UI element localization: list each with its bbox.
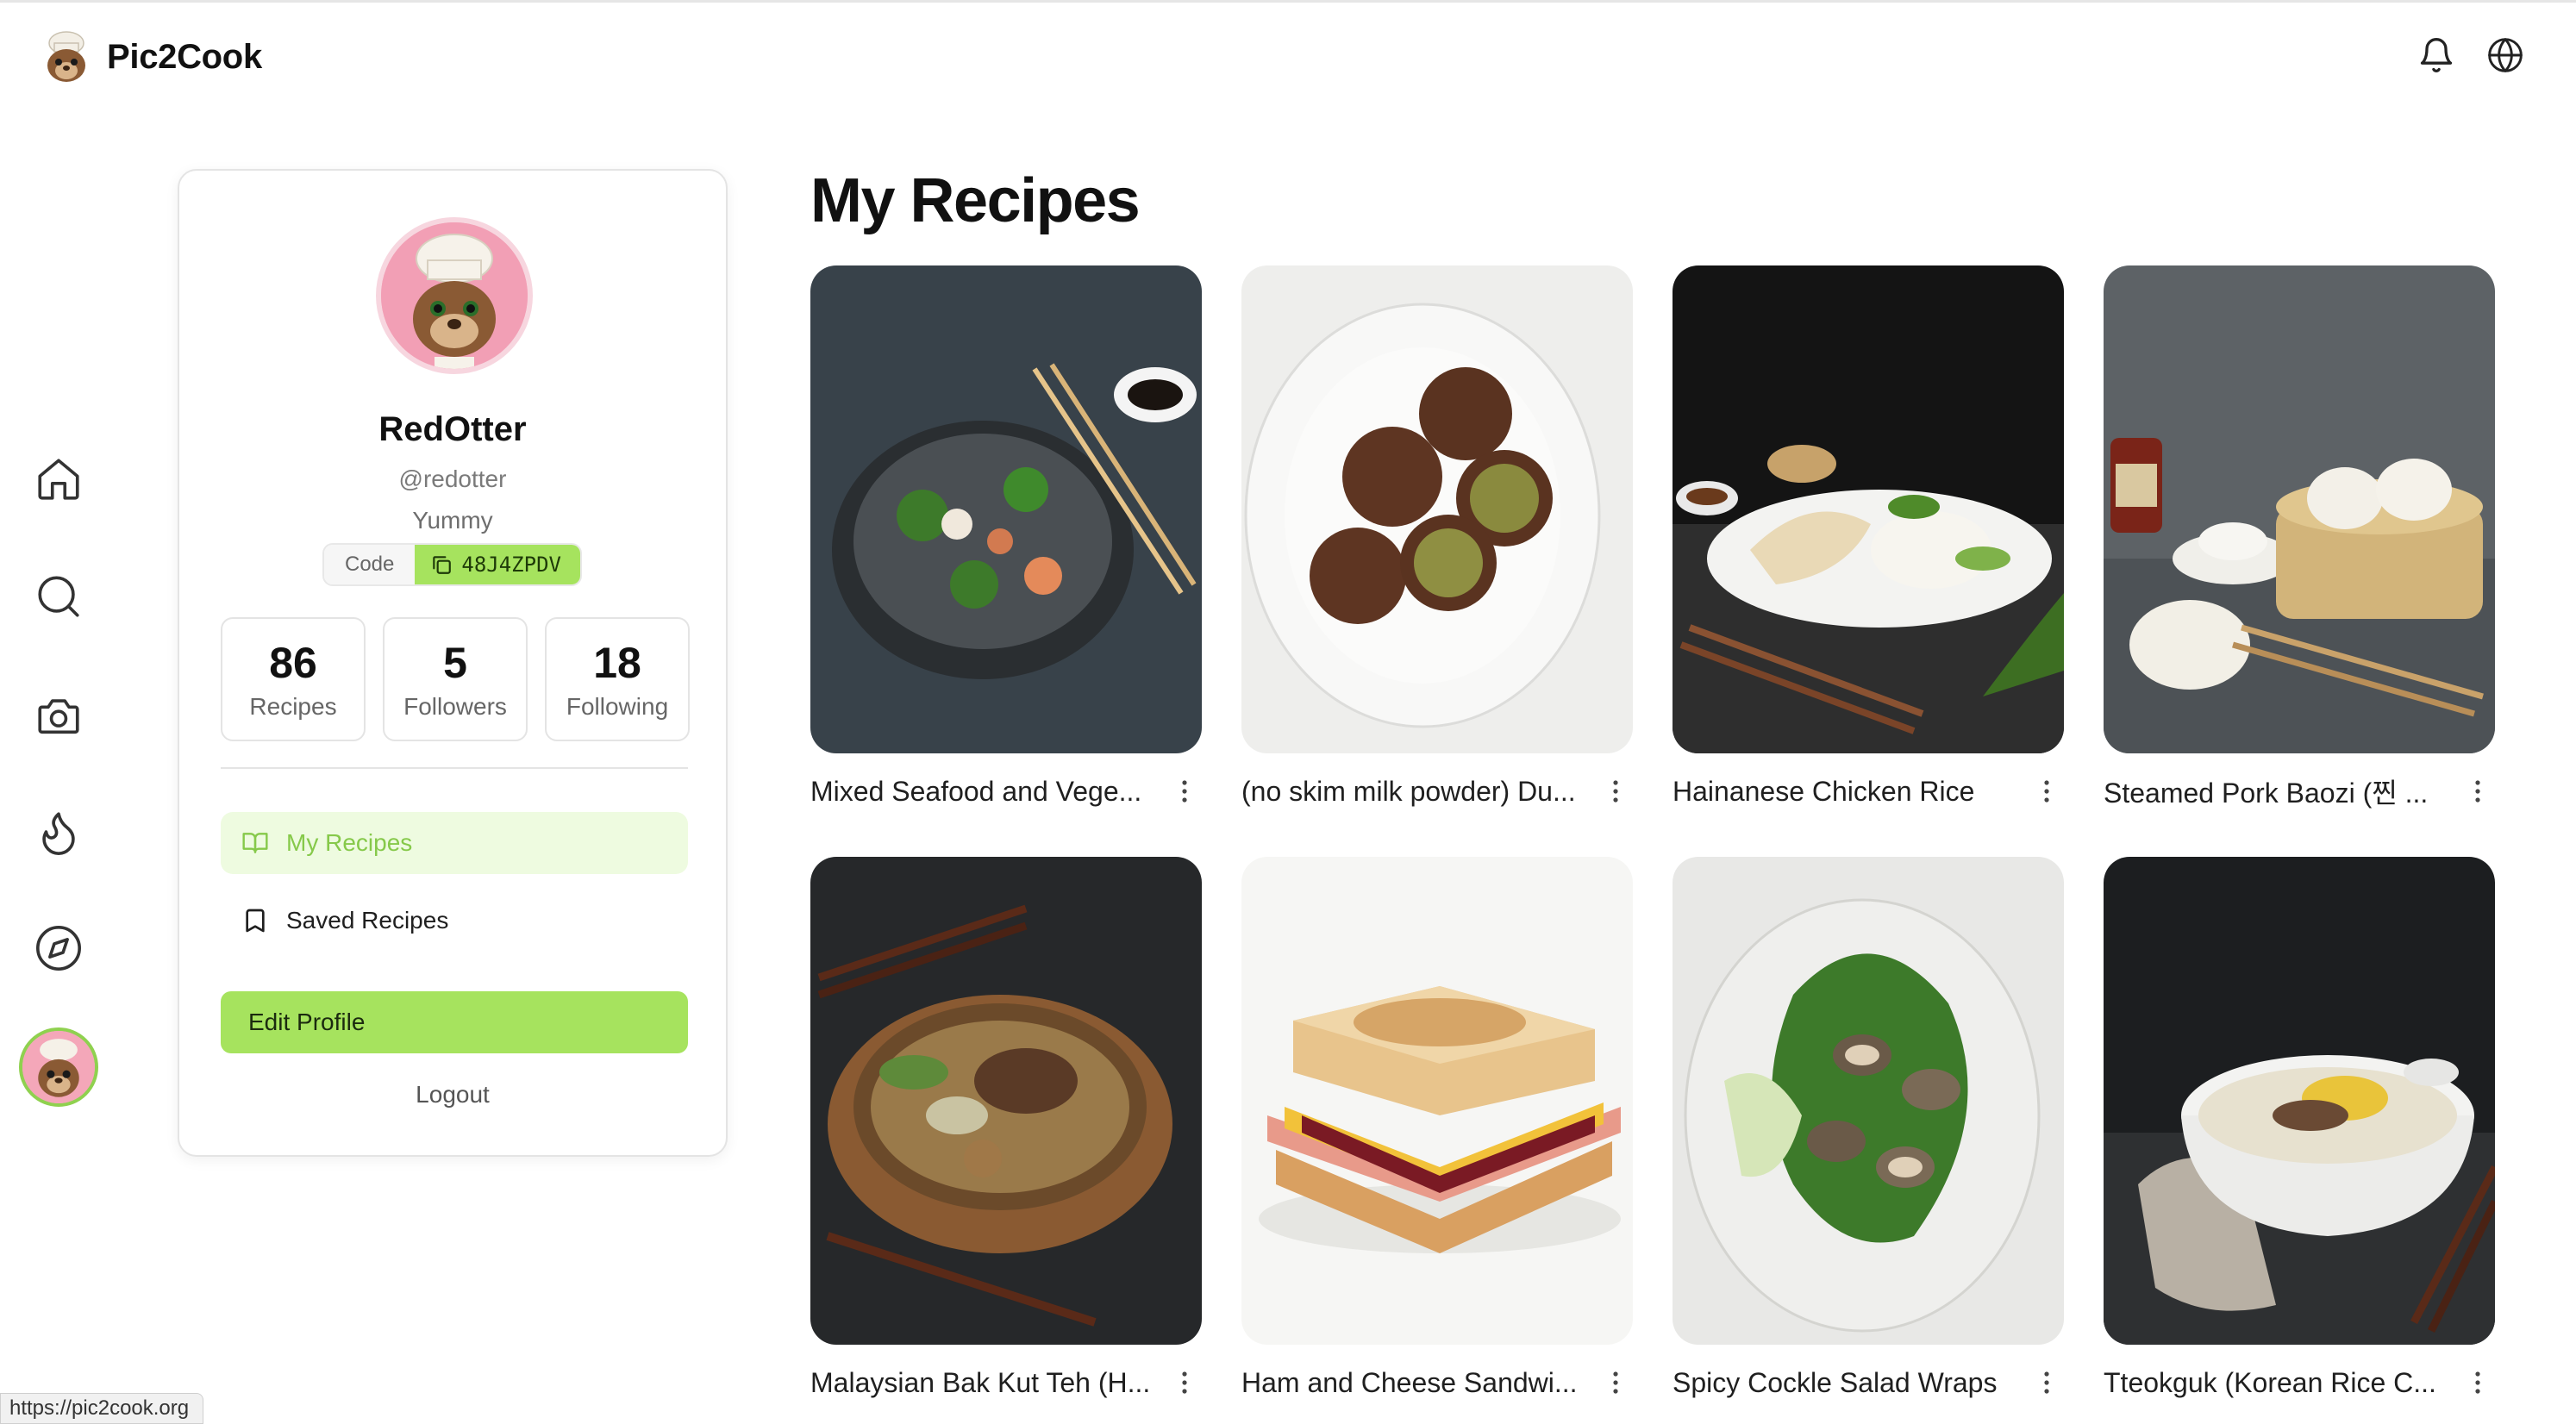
recipe-image bbox=[1673, 857, 2064, 1345]
ham-cheese-sandwich-image bbox=[1241, 857, 1633, 1345]
nav-trending[interactable] bbox=[33, 807, 84, 859]
steamed-baozi-image bbox=[2104, 265, 2495, 753]
status-bar-url: https://pic2cook.org bbox=[0, 1393, 204, 1424]
camera-icon bbox=[38, 699, 79, 734]
nav-camera[interactable] bbox=[33, 690, 84, 741]
compass-icon bbox=[36, 926, 81, 971]
tteokguk-image bbox=[2104, 857, 2495, 1345]
profile-stats: 86 Recipes 5 Followers 18 Following bbox=[221, 617, 690, 741]
more-options-icon[interactable] bbox=[2029, 1365, 2064, 1400]
recipe-title: Malaysian Bak Kut Teh (H... bbox=[810, 1366, 1151, 1398]
stat-value: 5 bbox=[443, 639, 467, 687]
recipe-title: Mixed Seafood and Vege... bbox=[810, 775, 1142, 807]
recipe-title: Tteokguk (Korean Rice C... bbox=[2104, 1366, 2436, 1398]
profile-avatar bbox=[376, 217, 533, 374]
recipe-card[interactable]: Tteokguk (Korean Rice C... bbox=[2104, 857, 2495, 1400]
otter-chef-logo bbox=[47, 31, 85, 82]
recipe-title: Spicy Cockle Salad Wraps bbox=[1673, 1366, 1998, 1398]
copy-code-button[interactable]: 48J4ZPDV bbox=[415, 545, 580, 584]
more-options-icon[interactable] bbox=[1598, 1365, 1633, 1400]
bell-icon[interactable] bbox=[2417, 36, 2455, 74]
otter-chef-avatar-icon bbox=[381, 222, 528, 369]
nav-home[interactable] bbox=[33, 453, 84, 505]
chicken-rice-image bbox=[1673, 265, 2064, 753]
bak-kut-teh-image bbox=[810, 857, 1202, 1345]
nav-search[interactable] bbox=[33, 571, 84, 622]
recipe-title: Ham and Cheese Sandwi... bbox=[1241, 1366, 1578, 1398]
stat-following[interactable]: 18 Following bbox=[545, 617, 690, 741]
more-options-icon[interactable] bbox=[2460, 1365, 2495, 1400]
brand[interactable]: Pic2Cook bbox=[40, 29, 262, 84]
home-icon bbox=[38, 459, 79, 500]
flame-icon bbox=[42, 812, 75, 855]
stat-label: Recipes bbox=[249, 693, 337, 720]
stat-label: Followers bbox=[403, 693, 507, 720]
recipe-image bbox=[810, 857, 1202, 1345]
recipe-title: Hainanese Chicken Rice bbox=[1673, 775, 1975, 807]
recipe-card[interactable]: Mixed Seafood and Vege... bbox=[810, 265, 1202, 809]
recipe-card[interactable]: Ham and Cheese Sandwi... bbox=[1241, 857, 1633, 1400]
bookmark-icon bbox=[246, 909, 265, 933]
more-options-icon[interactable] bbox=[1167, 774, 1202, 809]
menu-saved-recipes[interactable]: Saved Recipes bbox=[221, 890, 688, 952]
recipe-image bbox=[1241, 857, 1633, 1345]
recipe-image bbox=[2104, 857, 2495, 1345]
recipe-title: Steamed Pork Baozi (찐 ... bbox=[2104, 778, 2429, 809]
code-value: 48J4ZPDV bbox=[461, 553, 561, 577]
page-title: My Recipes bbox=[810, 166, 1141, 235]
edit-profile-button[interactable]: Edit Profile bbox=[221, 991, 688, 1053]
globe-icon[interactable] bbox=[2486, 36, 2524, 74]
invite-code: Code 48J4ZPDV bbox=[322, 543, 582, 586]
nav-explore[interactable] bbox=[33, 922, 84, 974]
more-options-icon[interactable] bbox=[1598, 774, 1633, 809]
stat-followers[interactable]: 5 Followers bbox=[383, 617, 528, 741]
brand-name: Pic2Cook bbox=[107, 37, 262, 76]
stat-value: 86 bbox=[269, 639, 317, 687]
copy-icon bbox=[433, 556, 452, 574]
more-options-icon[interactable] bbox=[1167, 1365, 1202, 1400]
menu-my-recipes[interactable]: My Recipes bbox=[221, 812, 688, 874]
divider bbox=[221, 767, 688, 769]
profile-handle: @redotter bbox=[398, 465, 507, 492]
menu-label: My Recipes bbox=[286, 829, 413, 856]
cockle-salad-wraps-image bbox=[1673, 857, 2064, 1345]
profile-bio: Yummy bbox=[412, 507, 493, 534]
nav-profile-avatar[interactable] bbox=[19, 1027, 98, 1107]
chocolate-balls-image bbox=[1241, 265, 1633, 753]
open-book-icon bbox=[242, 833, 268, 853]
recipe-image bbox=[1241, 265, 1633, 753]
seafood-stirfry-image bbox=[810, 265, 1202, 753]
recipe-image bbox=[2104, 265, 2495, 753]
more-options-icon[interactable] bbox=[2029, 774, 2064, 809]
recipe-image bbox=[810, 265, 1202, 753]
stat-label: Following bbox=[566, 693, 669, 720]
recipe-card[interactable]: Malaysian Bak Kut Teh (H... bbox=[810, 857, 1202, 1400]
stat-value: 18 bbox=[593, 639, 641, 687]
recipe-card[interactable]: Spicy Cockle Salad Wraps bbox=[1673, 857, 2064, 1400]
menu-label: Saved Recipes bbox=[286, 907, 449, 934]
profile-display-name: RedOtter bbox=[378, 410, 527, 448]
otter-avatar-icon bbox=[22, 1031, 95, 1103]
more-options-icon[interactable] bbox=[2460, 774, 2495, 809]
code-label: Code bbox=[324, 545, 416, 584]
recipe-image bbox=[1673, 265, 2064, 753]
recipe-title: (no skim milk powder) Du... bbox=[1241, 775, 1576, 807]
stat-recipes[interactable]: 86 Recipes bbox=[221, 617, 366, 741]
recipe-card[interactable]: Hainanese Chicken Rice bbox=[1673, 265, 2064, 809]
search-icon bbox=[38, 576, 79, 617]
app-header: Pic2Cook bbox=[0, 0, 2576, 112]
profile-card: RedOtter @redotter Yummy Code 48J4ZPDV 8… bbox=[178, 169, 728, 1157]
logout-link[interactable]: Logout bbox=[179, 1081, 726, 1109]
recipe-card[interactable]: Steamed Pork Baozi (찐 ... bbox=[2104, 265, 2495, 809]
recipe-card[interactable]: (no skim milk powder) Du... bbox=[1241, 265, 1633, 809]
